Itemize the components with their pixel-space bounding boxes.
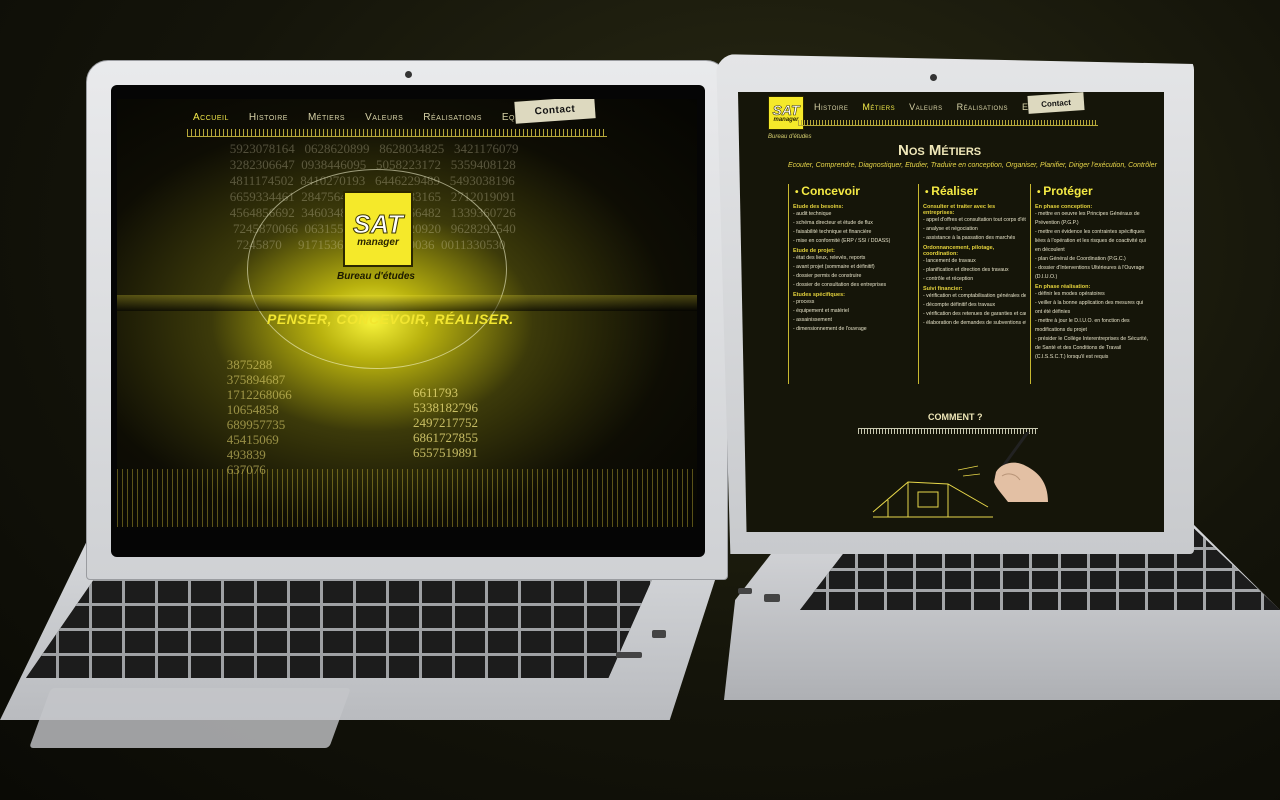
- nav-metiers[interactable]: Métiers: [308, 112, 345, 123]
- logo-caption: Bureau d'études: [768, 134, 812, 140]
- ruler-top: [187, 129, 607, 137]
- column-subheading: Consulter et traiter avec les entreprise…: [923, 204, 996, 216]
- column-concevoir: Concevoir Etude des besoins: - audit tec…: [788, 184, 913, 384]
- list-item: - dossier permis de construire: [793, 273, 862, 279]
- list-item: - assainissement: [793, 317, 832, 323]
- nav-metiers[interactable]: Métiers: [862, 102, 895, 112]
- list-item: - process: [793, 299, 815, 305]
- list-item: - schéma directeur et étude de flux: [793, 220, 873, 226]
- list-item: - faisabilité technique et financière: [793, 229, 872, 235]
- magsafe-port: [738, 588, 752, 594]
- logo-subtitle: manager: [773, 117, 799, 123]
- list-item: - assistance à la passation des marchés: [923, 235, 1016, 241]
- nav-valeurs[interactable]: Valeurs: [365, 112, 403, 123]
- column-heading: Réaliser: [919, 184, 1026, 198]
- list-item: - dossier d'Interventions Ultérieures à …: [1035, 265, 1145, 271]
- list-item: Prévention (P.G.P.): [1035, 220, 1079, 226]
- list-item: - plan Général de Coordination (P.G.C.): [1035, 256, 1126, 262]
- list-item: ont été définies: [1035, 309, 1071, 315]
- nav-realisations[interactable]: Réalisations: [957, 102, 1008, 112]
- nav-contact[interactable]: Contact: [514, 99, 596, 124]
- list-item: - audit technique: [793, 211, 832, 217]
- main-nav: Histoire Métiers Valeurs Réalisations Eq…: [814, 102, 1050, 112]
- list-item: - mettre en évidence les contraintes spé…: [1035, 229, 1145, 235]
- main-nav: Accueil Histoire Métiers Valeurs Réalisa…: [193, 105, 533, 129]
- usb-port: [652, 630, 666, 638]
- logo-brand: SAT: [772, 102, 800, 118]
- list-item: - mise en conformité (ERP / SSI / DDASS): [793, 238, 891, 244]
- logo-subtitle: manager: [357, 236, 399, 248]
- list-item: - contrôle et réception: [923, 276, 974, 282]
- list-item: - mettre à jour le D.I.U.O. en fonction …: [1035, 318, 1130, 324]
- list-item: - équipement et matériel: [793, 308, 849, 314]
- nav-histoire[interactable]: Histoire: [249, 112, 288, 123]
- right-screen: SAT manager Bureau d'études Histoire Mét…: [738, 92, 1164, 532]
- list-item: - avant projet (sommaire et définitif): [793, 264, 875, 270]
- logo-brand: SAT: [352, 208, 404, 239]
- camera-icon: [405, 71, 412, 78]
- list-item: - élaboration de demandes de subventions…: [923, 320, 1026, 326]
- nav-realisations[interactable]: Réalisations: [423, 112, 482, 123]
- right-laptop-lid: SAT manager Bureau d'études Histoire Mét…: [716, 54, 1194, 554]
- list-item: - planification et direction des travaux: [923, 267, 1009, 273]
- column-proteger: Protéger En phase conception: - mettre e…: [1030, 184, 1160, 384]
- page-intro: Ecouter, Comprendre, Diagnostiquer, Etud…: [788, 162, 1157, 169]
- column-subheading: Ordonnancement, pilotage, coordination:: [923, 245, 995, 257]
- list-item: - lancement de travaux: [923, 258, 976, 264]
- comment-heading: COMMENT ?: [928, 412, 983, 422]
- list-item: - dimensionnement de l'ouvrage: [793, 326, 867, 332]
- list-item: - dossier de consultation des entreprise…: [793, 282, 887, 288]
- left-screen: 5923078164 0628620899 8628034825 3421176…: [117, 99, 697, 527]
- list-item: (D.I.U.O.): [1035, 274, 1058, 280]
- nav-valeurs[interactable]: Valeurs: [909, 102, 943, 112]
- list-item: modifications du projet: [1035, 327, 1087, 333]
- list-item: - présider le Collège Interentreprises d…: [1035, 336, 1149, 342]
- list-item: - vérification et comptabilisation génér…: [923, 293, 1026, 299]
- list-item: - mettre en oeuvre les Principes Générau…: [1035, 211, 1140, 217]
- nav-contact[interactable]: Contact: [1027, 92, 1085, 114]
- sat-logo[interactable]: SAT manager: [343, 191, 413, 267]
- ruler-top: [798, 120, 1098, 126]
- list-item: - veiller à la bonne application des mes…: [1035, 300, 1144, 306]
- sd-slot: [616, 652, 642, 658]
- page-title: Nos Métiers: [898, 142, 982, 159]
- list-item: de Santé et des Conditions de Travail: [1035, 345, 1122, 351]
- camera-icon: [930, 74, 937, 81]
- list-item: en découlent: [1035, 247, 1065, 253]
- usb-port-right: [764, 594, 780, 602]
- left-trackpad: [29, 688, 351, 748]
- column-realiser: Réaliser Consulter et traiter avec les e…: [918, 184, 1026, 384]
- hero-tagline: PENSER, CONCEVOIR, RÉALISER.: [267, 311, 514, 327]
- column-heading: Concevoir: [789, 184, 913, 198]
- list-item: - définir les modes opératoires: [1035, 291, 1105, 297]
- list-item: - analyse et négociation: [923, 226, 978, 232]
- list-item: - appel d'offres et consultation tout co…: [923, 217, 1026, 223]
- ruler-bottom: [117, 469, 697, 527]
- list-item: - état des lieux, relevés, reports: [793, 255, 866, 261]
- drawing-hand-icon: [994, 432, 1048, 502]
- column-heading: Protéger: [1031, 184, 1160, 198]
- left-laptop-lid: 5923078164 0628620899 8628034825 3421176…: [86, 60, 728, 580]
- list-item: liées à l'opération et les risques de co…: [1035, 238, 1146, 244]
- nav-histoire[interactable]: Histoire: [814, 102, 848, 112]
- list-item: - décompte définitif des travaux: [923, 302, 996, 308]
- list-item: (C.I.S.S.C.T.) lorsqu'il est requis: [1035, 354, 1109, 360]
- list-item: - vérification des retenues de garanties…: [923, 311, 1026, 317]
- logo-caption: Bureau d'études: [337, 271, 415, 282]
- nav-accueil[interactable]: Accueil: [193, 112, 229, 123]
- hero-band: [117, 295, 697, 311]
